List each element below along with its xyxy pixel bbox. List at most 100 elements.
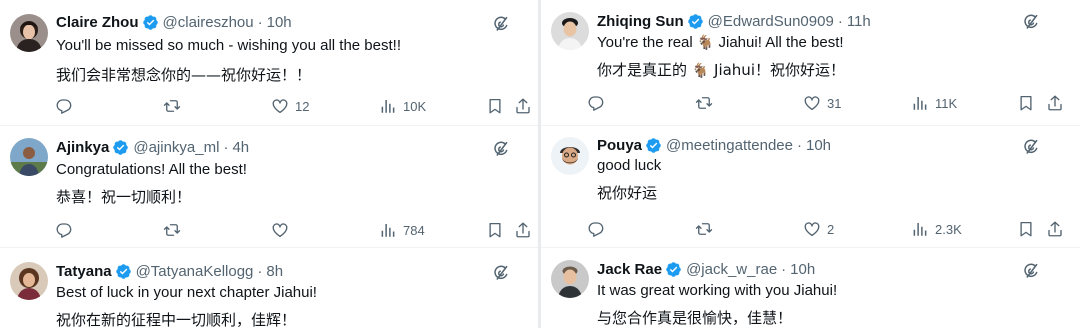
separator: · xyxy=(781,261,787,278)
tweet-text-en: It was great working with you Jiahui! xyxy=(597,282,838,299)
avatar[interactable] xyxy=(551,12,589,50)
views-icon xyxy=(911,220,929,238)
share-button[interactable] xyxy=(514,97,532,115)
avatar[interactable] xyxy=(10,138,48,176)
verified-badge-icon xyxy=(115,263,132,280)
tweet-claire-zhou[interactable]: Claire Zhou @claireszhou · 10h You'll be… xyxy=(0,0,538,125)
reply-icon xyxy=(587,220,605,238)
display-name[interactable]: Claire Zhou xyxy=(56,14,139,31)
reply-button[interactable] xyxy=(587,220,605,238)
views-button[interactable]: 11K xyxy=(911,94,957,112)
username[interactable]: @jack_w_rae xyxy=(686,261,777,278)
username[interactable]: @meetingattendee xyxy=(666,137,793,154)
verified-badge-icon xyxy=(687,13,704,30)
timestamp[interactable]: 10h xyxy=(267,14,292,31)
display-name[interactable]: Pouya xyxy=(597,137,642,154)
view-count: 10K xyxy=(403,98,427,114)
avatar[interactable] xyxy=(10,14,48,52)
grok-icon[interactable] xyxy=(1022,262,1040,280)
timestamp[interactable]: 10h xyxy=(790,261,815,278)
tweet-tatyana[interactable]: Tatyana @TatyanaKellogg · 8h Best of luc… xyxy=(0,248,538,328)
views-button[interactable]: 2.3K xyxy=(911,220,962,238)
like-button[interactable]: 2 xyxy=(803,220,834,238)
avatar[interactable] xyxy=(551,260,589,298)
tweet-text-en: good luck xyxy=(597,157,662,174)
like-button[interactable] xyxy=(271,221,295,239)
view-count: 784 xyxy=(403,222,425,238)
like-count: 2 xyxy=(827,221,835,237)
grok-icon[interactable] xyxy=(492,140,510,158)
bookmark-icon xyxy=(1017,220,1035,238)
display-name[interactable]: Tatyana xyxy=(56,263,112,280)
share-icon xyxy=(514,97,532,115)
grok-icon[interactable] xyxy=(1022,138,1040,156)
view-count: 2.3K xyxy=(935,221,962,237)
tweet-text-zh: 恭喜！祝一切顺利！ xyxy=(56,188,192,206)
display-name[interactable]: Ajinkya xyxy=(56,139,109,156)
share-button[interactable] xyxy=(1046,94,1064,112)
separator: · xyxy=(223,139,229,156)
reply-button[interactable] xyxy=(55,221,73,239)
retweet-icon xyxy=(163,97,181,115)
tweet-text-part: Jiahui! All the best! xyxy=(718,34,844,51)
grok-icon[interactable] xyxy=(1022,13,1040,31)
username[interactable]: @TatyanaKellogg xyxy=(136,263,254,280)
views-button[interactable]: 784 xyxy=(379,221,425,239)
verified-badge-icon xyxy=(112,139,129,156)
reply-icon xyxy=(55,97,73,115)
avatar[interactable] xyxy=(10,262,48,300)
bookmark-button[interactable] xyxy=(486,97,504,115)
tweet-text-part: 你才是真正的 xyxy=(597,61,688,79)
views-icon xyxy=(379,221,397,239)
share-button[interactable] xyxy=(514,221,532,239)
retweet-button[interactable] xyxy=(695,220,713,238)
tweet-zhiqing-sun[interactable]: Zhiqing Sun @EdwardSun0909 · 11h You're … xyxy=(541,0,1080,125)
retweet-icon xyxy=(695,94,713,112)
timestamp[interactable]: 10h xyxy=(806,137,831,154)
avatar[interactable] xyxy=(551,137,589,175)
tweet-text-zh: 与您合作真是很愉快，佳慧！ xyxy=(597,309,793,327)
reply-icon xyxy=(587,94,605,112)
view-count: 11K xyxy=(935,95,958,111)
like-button[interactable]: 12 xyxy=(271,97,309,115)
reply-button[interactable] xyxy=(55,97,73,115)
bookmark-button[interactable] xyxy=(1017,94,1035,112)
tweet-text-zh: 我们会非常想念你的——祝你好运！！ xyxy=(56,66,312,84)
timestamp[interactable]: 4h xyxy=(232,139,249,156)
share-icon xyxy=(514,221,532,239)
tweet-pouya[interactable]: Pouya @meetingattendee · 10h good luck 祝… xyxy=(541,126,1080,247)
separator: · xyxy=(257,14,263,31)
reply-icon xyxy=(55,221,73,239)
tweet-text-en: You're the real 🐐 Jiahui! All the best! xyxy=(597,34,844,51)
reply-button[interactable] xyxy=(587,94,605,112)
share-button[interactable] xyxy=(1046,220,1064,238)
tweet-ajinkya[interactable]: Ajinkya @ajinkya_ml · 4h Congratulations… xyxy=(0,126,538,247)
goat-emoji: 🐐 xyxy=(696,34,715,50)
username[interactable]: @ajinkya_ml xyxy=(133,139,219,156)
like-icon xyxy=(271,97,289,115)
bookmark-button[interactable] xyxy=(1017,220,1035,238)
views-button[interactable]: 10K xyxy=(379,97,426,115)
tweet-text-zh: 祝你好运 xyxy=(597,184,658,202)
bookmark-button[interactable] xyxy=(486,221,504,239)
tweet-jack-rae[interactable]: Jack Rae @jack_w_rae · 10h It was great … xyxy=(541,248,1080,328)
retweet-icon xyxy=(163,221,181,239)
left-column: Claire Zhou @claireszhou · 10h You'll be… xyxy=(0,0,538,328)
timestamp[interactable]: 8h xyxy=(266,263,283,280)
timestamp[interactable]: 11h xyxy=(847,13,871,30)
grok-icon[interactable] xyxy=(492,264,510,282)
retweet-button[interactable] xyxy=(695,94,713,112)
username[interactable]: @EdwardSun0909 xyxy=(708,13,834,30)
display-name[interactable]: Jack Rae xyxy=(597,261,662,278)
username[interactable]: @claireszhou xyxy=(163,14,254,31)
tweet-text-en: You'll be missed so much - wishing you a… xyxy=(56,37,401,54)
separator: · xyxy=(837,13,843,30)
tweet-text-zh: 祝你在新的征程中一切顺利，佳辉！ xyxy=(56,311,297,328)
display-name[interactable]: Zhiqing Sun xyxy=(597,13,684,30)
grok-icon[interactable] xyxy=(492,15,510,33)
retweet-button[interactable] xyxy=(163,97,181,115)
retweet-button[interactable] xyxy=(163,221,181,239)
like-button[interactable]: 31 xyxy=(803,94,841,112)
like-icon xyxy=(803,94,821,112)
bookmark-icon xyxy=(486,221,504,239)
